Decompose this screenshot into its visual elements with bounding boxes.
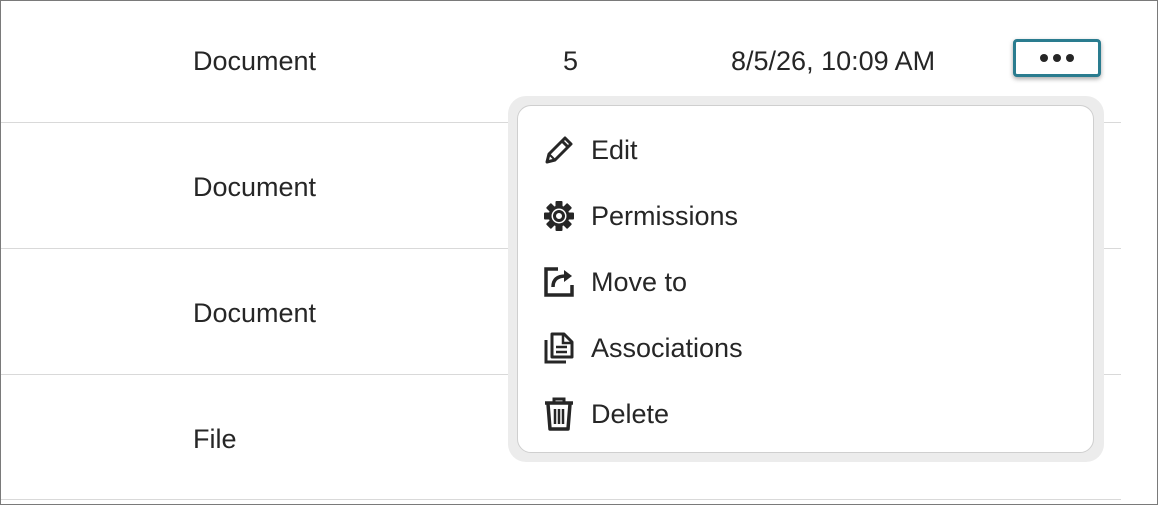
date-cell: 8/5/26, 10:09 AM [731, 46, 936, 76]
menu-item-label: Associations [591, 333, 743, 363]
menu-item-edit[interactable]: Edit [518, 122, 1093, 178]
more-actions-button[interactable] [1013, 39, 1101, 77]
menu-item-label: Delete [591, 399, 670, 429]
type-cell: Document [193, 298, 317, 328]
menu-item-label: Move to [591, 267, 688, 297]
associations-icon [541, 330, 577, 366]
count-cell: 5 [563, 46, 579, 76]
ellipsis-icon [1053, 54, 1061, 62]
context-menu: Edit Permissions Move to Associations De… [517, 105, 1094, 453]
type-cell: File [193, 424, 237, 454]
menu-item-label: Edit [591, 135, 638, 165]
row-divider [1, 499, 1121, 500]
menu-item-permissions[interactable]: Permissions [518, 188, 1093, 244]
type-cell: Document [193, 46, 317, 76]
move-to-icon [541, 264, 577, 300]
ellipsis-icon [1066, 54, 1074, 62]
gear-icon [541, 198, 577, 234]
menu-item-label: Permissions [591, 201, 739, 231]
ellipsis-icon [1040, 54, 1048, 62]
menu-item-delete[interactable]: Delete [518, 386, 1093, 442]
trash-icon [541, 396, 577, 432]
menu-item-move-to[interactable]: Move to [518, 254, 1093, 310]
type-cell: Document [193, 172, 317, 202]
pencil-icon [541, 132, 577, 168]
menu-item-associations[interactable]: Associations [518, 320, 1093, 376]
